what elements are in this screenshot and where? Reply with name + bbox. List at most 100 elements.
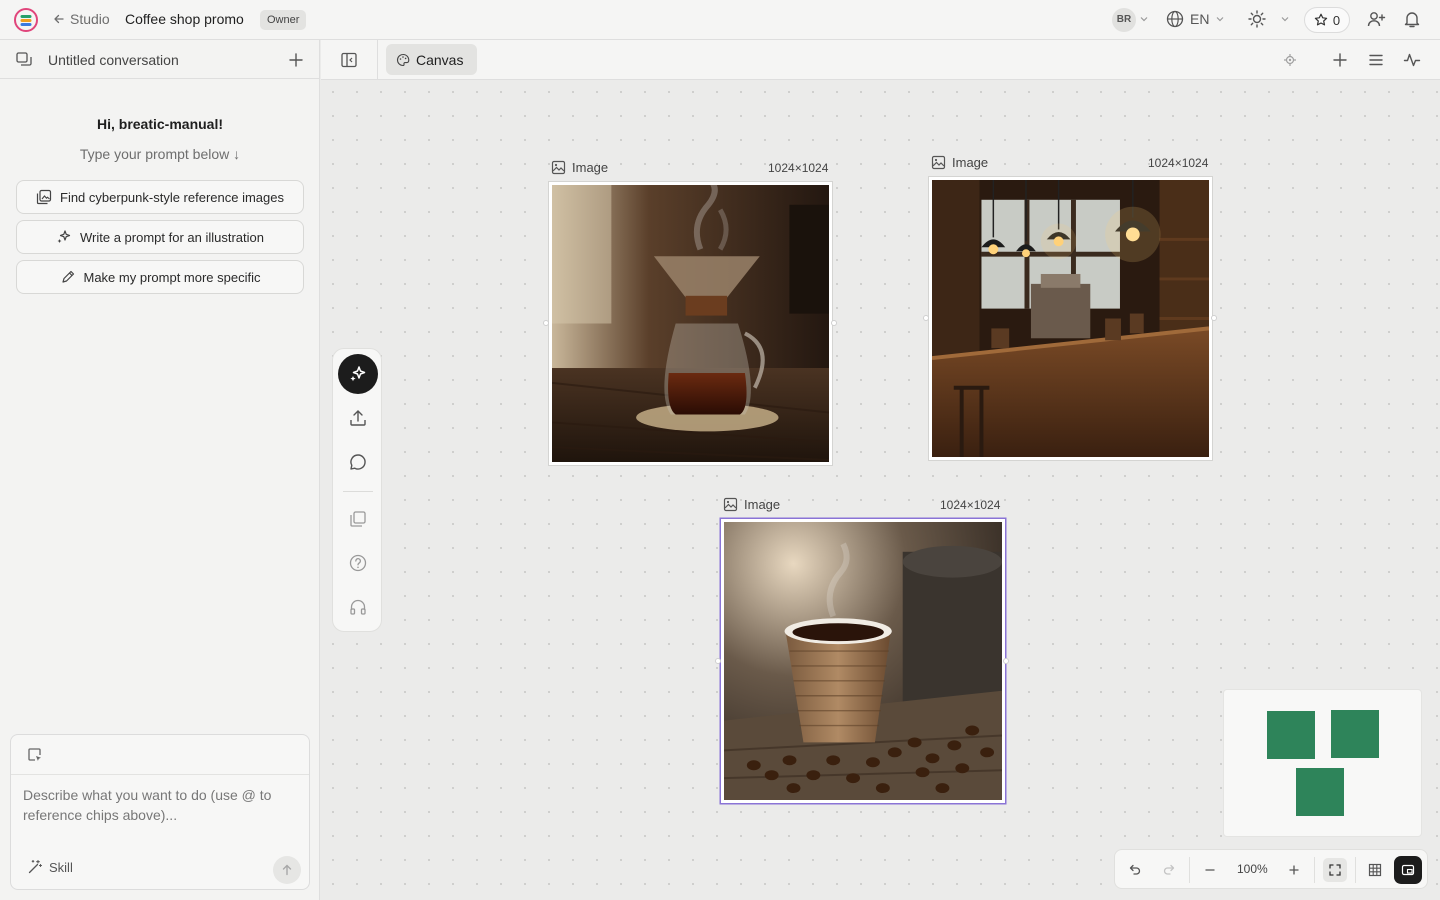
grid-toggle-button[interactable] — [1363, 858, 1387, 882]
composer-toolbar — [11, 735, 309, 775]
back-to-studio-link[interactable]: Studio — [53, 11, 110, 27]
comment-button[interactable] — [338, 442, 378, 482]
language-selector[interactable]: EN — [1166, 10, 1225, 28]
upload-icon — [350, 410, 366, 426]
minimap-icon — [1401, 864, 1415, 876]
zoom-in-button[interactable] — [1282, 858, 1306, 882]
project-title[interactable]: Coffee shop promo — [125, 11, 244, 27]
suggestion-label: Write a prompt for an illustration — [80, 229, 264, 245]
image-node-label: Image — [723, 497, 780, 512]
add-context-icon[interactable] — [27, 747, 43, 763]
zoom-toolbar: 100% — [1114, 849, 1428, 889]
locate-icon[interactable] — [1283, 53, 1297, 67]
image-node-label: Image — [931, 155, 988, 170]
sparkles-icon — [57, 230, 71, 243]
app-logo-icon[interactable] — [14, 8, 38, 32]
canvas-tool-dock — [332, 348, 382, 632]
chat-sidebar: Untitled conversation Hi, breatic-manual… — [0, 40, 320, 900]
support-button[interactable] — [338, 587, 378, 627]
arrow-left-icon — [54, 14, 64, 24]
collapse-sidebar-icon[interactable] — [340, 51, 358, 69]
arrow-up-icon — [282, 864, 292, 876]
help-circle-icon — [349, 554, 367, 572]
ai-generate-button[interactable] — [338, 354, 378, 394]
divider — [1189, 857, 1190, 883]
prompt-input[interactable]: Describe what you want to do (use @ to r… — [23, 785, 293, 825]
image-node-dimensions: 1024×1024 — [768, 161, 829, 175]
resize-handle[interactable] — [1003, 658, 1009, 664]
theme-toggle-sun-icon[interactable] — [1247, 9, 1267, 29]
bell-icon[interactable] — [1402, 9, 1422, 29]
resize-handle[interactable] — [1211, 315, 1217, 321]
upload-button[interactable] — [338, 398, 378, 438]
redo-icon — [1163, 864, 1175, 875]
assets-button[interactable] — [338, 499, 378, 539]
zoom-level[interactable]: 100% — [1237, 862, 1268, 876]
suggestion-chip-cyberpunk[interactable]: Find cyberpunk-style reference images — [16, 180, 304, 214]
undo-button[interactable] — [1123, 858, 1147, 882]
image-node-cafe-interior[interactable] — [929, 177, 1212, 460]
coffee-cup-image — [724, 522, 1002, 800]
image-node-coffee-cup[interactable] — [721, 519, 1005, 803]
conversation-title[interactable]: Untitled conversation — [48, 52, 179, 68]
send-button[interactable] — [273, 856, 301, 884]
suggestion-chip-specific[interactable]: Make my prompt more specific — [16, 260, 304, 294]
chevron-down-icon[interactable] — [1280, 14, 1290, 24]
invite-user-icon[interactable] — [1366, 9, 1386, 29]
skill-button[interactable]: Skill — [27, 859, 73, 875]
redo-button[interactable] — [1157, 858, 1181, 882]
resize-handle[interactable] — [543, 320, 549, 326]
chevron-down-icon[interactable] — [1139, 14, 1149, 24]
chat-bubble-icon — [350, 454, 366, 470]
minimap-node — [1331, 710, 1379, 758]
fit-view-button[interactable] — [1323, 858, 1347, 882]
divider — [343, 491, 373, 492]
minimap-node — [1267, 711, 1315, 759]
chevron-down-icon — [1217, 17, 1224, 22]
credits-count: 0 — [1332, 12, 1341, 28]
cafe-interior-image — [932, 180, 1209, 457]
greeting-text: Hi, breatic-manual! — [96, 116, 224, 132]
image-node-title: Image — [952, 155, 989, 170]
back-link-label: Studio — [70, 11, 110, 27]
image-node-label: Image — [551, 160, 608, 175]
credits-button[interactable]: 0 — [1304, 7, 1350, 33]
image-icon — [723, 497, 738, 512]
resize-handle[interactable] — [715, 658, 721, 664]
sparkles-icon — [350, 366, 366, 382]
zoom-out-button[interactable] — [1198, 858, 1222, 882]
help-button[interactable] — [338, 543, 378, 583]
palette-icon — [397, 53, 410, 66]
language-label: EN — [1190, 11, 1210, 27]
magic-wand-icon — [28, 859, 43, 874]
activity-icon[interactable] — [1403, 51, 1421, 69]
suggestion-label: Find cyberpunk-style reference images — [60, 189, 284, 205]
skill-label: Skill — [49, 859, 73, 875]
minimap[interactable] — [1223, 689, 1422, 837]
add-node-plus-icon[interactable] — [1331, 51, 1349, 69]
layers-icon — [350, 511, 366, 527]
suggestion-label: Make my prompt more specific — [83, 269, 261, 285]
star-icon — [1314, 13, 1328, 26]
prompt-hint: Type your prompt below ↓ — [79, 146, 241, 162]
divider — [377, 40, 378, 80]
undo-icon — [1129, 864, 1141, 875]
canvas-header: Canvas — [321, 40, 1440, 80]
image-node-dimensions: 1024×1024 — [940, 498, 1001, 512]
image-icon — [931, 155, 946, 170]
minimap-node — [1296, 768, 1344, 816]
image-icon — [551, 160, 566, 175]
conversations-icon[interactable] — [15, 51, 33, 69]
avatar[interactable]: BR — [1112, 8, 1136, 32]
image-search-icon — [36, 189, 52, 205]
tab-canvas[interactable]: Canvas — [386, 44, 478, 75]
resize-handle[interactable] — [923, 315, 929, 321]
menu-icon[interactable] — [1367, 51, 1385, 69]
suggestion-chip-illustration[interactable]: Write a prompt for an illustration — [16, 220, 304, 254]
image-node-pour-over[interactable] — [549, 182, 832, 465]
minimap-toggle-button[interactable] — [1394, 856, 1422, 884]
grid-icon — [1368, 863, 1382, 877]
image-node-title: Image — [744, 497, 781, 512]
resize-handle[interactable] — [831, 320, 837, 326]
new-conversation-plus-icon[interactable] — [287, 51, 305, 69]
